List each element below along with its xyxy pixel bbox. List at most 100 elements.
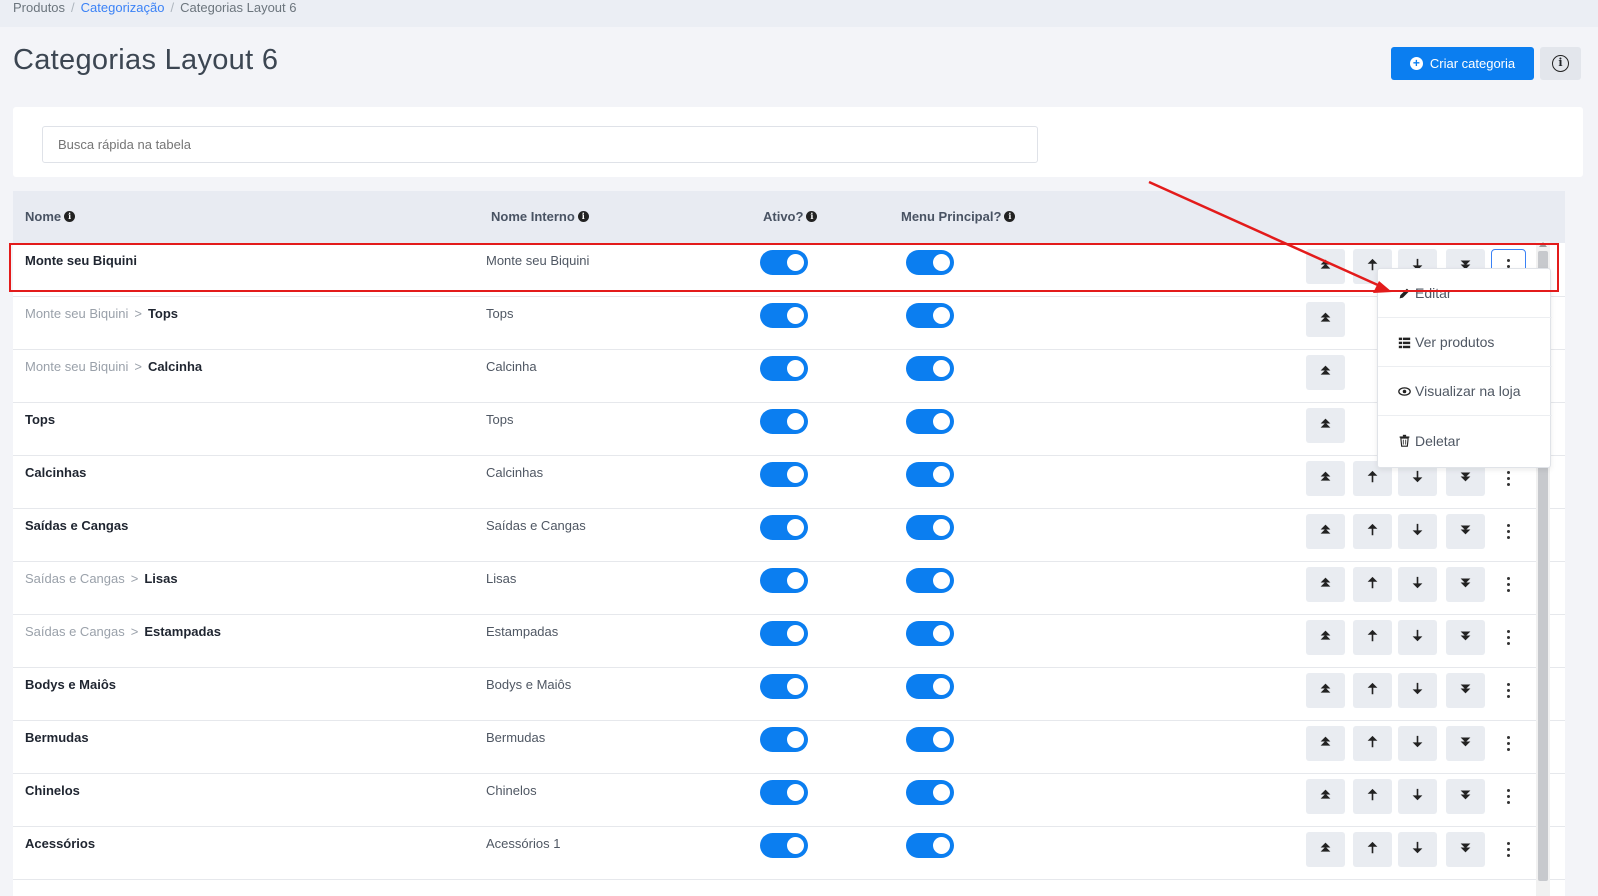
move-to-top-button[interactable] bbox=[1306, 302, 1345, 337]
move-up-button[interactable] bbox=[1353, 832, 1392, 867]
move-to-top-button[interactable] bbox=[1306, 408, 1345, 443]
active-toggle[interactable] bbox=[760, 303, 808, 328]
main-menu-toggle[interactable] bbox=[906, 303, 954, 328]
double-chevron-down-icon bbox=[1459, 523, 1472, 541]
move-down-button[interactable] bbox=[1398, 726, 1437, 761]
dropdown-item-visualizar-na-loja[interactable]: Visualizar na loja bbox=[1378, 367, 1552, 416]
move-to-bottom-button[interactable] bbox=[1446, 567, 1485, 602]
breadcrumb-item-categorizacao[interactable]: Categorização bbox=[81, 0, 165, 16]
arrow-down-icon bbox=[1411, 735, 1424, 753]
double-chevron-up-icon bbox=[1319, 364, 1332, 382]
main-menu-toggle[interactable] bbox=[906, 568, 954, 593]
move-to-top-button[interactable] bbox=[1306, 249, 1345, 284]
active-toggle[interactable] bbox=[760, 409, 808, 434]
breadcrumb-item-produtos[interactable]: Produtos bbox=[13, 0, 65, 16]
parent-category-link[interactable]: Monte seu Biquini bbox=[25, 359, 128, 374]
eye-icon bbox=[1398, 386, 1411, 396]
breadcrumb-separator: / bbox=[71, 0, 75, 15]
move-to-bottom-button[interactable] bbox=[1446, 832, 1485, 867]
info-button[interactable]: i bbox=[1540, 47, 1581, 80]
parent-category-link[interactable]: Monte seu Biquini bbox=[25, 306, 128, 321]
row-actions-menu-button[interactable] bbox=[1491, 567, 1526, 602]
scroll-up-arrow-icon[interactable] bbox=[1539, 242, 1547, 247]
move-to-top-button[interactable] bbox=[1306, 832, 1345, 867]
cell-nome-interno: Bodys e Maiôs bbox=[486, 677, 572, 692]
dropdown-item-deletar[interactable]: Deletar bbox=[1378, 416, 1552, 465]
category-name: Chinelos bbox=[25, 783, 80, 798]
active-toggle[interactable] bbox=[760, 621, 808, 646]
kebab-dot bbox=[1507, 854, 1510, 857]
header-menu-principal-label: Menu Principal? bbox=[901, 209, 1002, 224]
table-row: Saídas e Cangas Saídas e Cangas bbox=[13, 508, 1565, 562]
move-up-button[interactable] bbox=[1353, 779, 1392, 814]
kebab-dot bbox=[1507, 583, 1510, 586]
move-up-button[interactable] bbox=[1353, 567, 1392, 602]
parent-category-link[interactable]: Saídas e Cangas bbox=[25, 571, 125, 586]
active-toggle[interactable] bbox=[760, 674, 808, 699]
dropdown-item-label: Editar bbox=[1415, 285, 1452, 301]
move-down-button[interactable] bbox=[1398, 673, 1437, 708]
move-down-button[interactable] bbox=[1398, 514, 1437, 549]
row-actions-menu-button[interactable] bbox=[1491, 514, 1526, 549]
arrow-up-icon bbox=[1366, 735, 1379, 753]
dropdown-item-editar[interactable]: Editar bbox=[1378, 269, 1552, 318]
move-to-top-button[interactable] bbox=[1306, 461, 1345, 496]
move-down-button[interactable] bbox=[1398, 779, 1437, 814]
main-menu-toggle[interactable] bbox=[906, 621, 954, 646]
main-menu-toggle[interactable] bbox=[906, 833, 954, 858]
create-category-button[interactable]: + Criar categoria bbox=[1391, 47, 1534, 80]
main-menu-toggle[interactable] bbox=[906, 250, 954, 275]
active-toggle[interactable] bbox=[760, 462, 808, 487]
move-to-bottom-button[interactable] bbox=[1446, 673, 1485, 708]
move-down-button[interactable] bbox=[1398, 620, 1437, 655]
double-chevron-up-icon bbox=[1319, 258, 1332, 276]
move-to-bottom-button[interactable] bbox=[1446, 514, 1485, 549]
main-menu-toggle[interactable] bbox=[906, 409, 954, 434]
search-input[interactable] bbox=[42, 126, 1038, 163]
move-to-top-button[interactable] bbox=[1306, 726, 1345, 761]
row-actions-menu-button[interactable] bbox=[1491, 726, 1526, 761]
active-toggle[interactable] bbox=[760, 250, 808, 275]
move-up-button[interactable] bbox=[1353, 726, 1392, 761]
dropdown-item-ver-produtos[interactable]: Ver produtos bbox=[1378, 318, 1552, 367]
parent-category-link[interactable]: Saídas e Cangas bbox=[25, 624, 125, 639]
breadcrumb: Produtos / Categorização / Categorias La… bbox=[13, 0, 296, 16]
move-to-bottom-button[interactable] bbox=[1446, 779, 1485, 814]
move-to-top-button[interactable] bbox=[1306, 514, 1345, 549]
main-menu-toggle[interactable] bbox=[906, 727, 954, 752]
active-toggle[interactable] bbox=[760, 780, 808, 805]
dropdown-item-label: Deletar bbox=[1415, 432, 1461, 449]
cell-nome-interno: Tops bbox=[486, 412, 514, 427]
main-menu-toggle[interactable] bbox=[906, 356, 954, 381]
move-up-button[interactable] bbox=[1353, 620, 1392, 655]
double-chevron-up-icon bbox=[1319, 788, 1332, 806]
main-menu-toggle[interactable] bbox=[906, 462, 954, 487]
active-toggle[interactable] bbox=[760, 568, 808, 593]
move-to-bottom-button[interactable] bbox=[1446, 620, 1485, 655]
move-to-top-button[interactable] bbox=[1306, 567, 1345, 602]
row-actions-menu-button[interactable] bbox=[1491, 832, 1526, 867]
move-up-button[interactable] bbox=[1353, 673, 1392, 708]
main-menu-toggle[interactable] bbox=[906, 780, 954, 805]
category-name: Acessórios bbox=[25, 836, 96, 851]
active-toggle[interactable] bbox=[760, 727, 808, 752]
active-toggle[interactable] bbox=[760, 833, 808, 858]
active-toggle[interactable] bbox=[760, 515, 808, 540]
row-actions-menu-button[interactable] bbox=[1491, 779, 1526, 814]
row-actions-menu-button[interactable] bbox=[1491, 620, 1526, 655]
cell-nome-interno: Saídas e Cangas bbox=[486, 518, 586, 533]
arrow-up-icon bbox=[1366, 523, 1379, 541]
main-menu-toggle[interactable] bbox=[906, 515, 954, 540]
move-down-button[interactable] bbox=[1398, 832, 1437, 867]
move-to-top-button[interactable] bbox=[1306, 620, 1345, 655]
active-toggle[interactable] bbox=[760, 356, 808, 381]
move-to-top-button[interactable] bbox=[1306, 673, 1345, 708]
move-to-top-button[interactable] bbox=[1306, 779, 1345, 814]
move-up-button[interactable] bbox=[1353, 514, 1392, 549]
kebab-dot bbox=[1507, 683, 1510, 686]
move-to-top-button[interactable] bbox=[1306, 355, 1345, 390]
row-actions-menu-button[interactable] bbox=[1491, 673, 1526, 708]
move-down-button[interactable] bbox=[1398, 567, 1437, 602]
move-to-bottom-button[interactable] bbox=[1446, 726, 1485, 761]
main-menu-toggle[interactable] bbox=[906, 674, 954, 699]
